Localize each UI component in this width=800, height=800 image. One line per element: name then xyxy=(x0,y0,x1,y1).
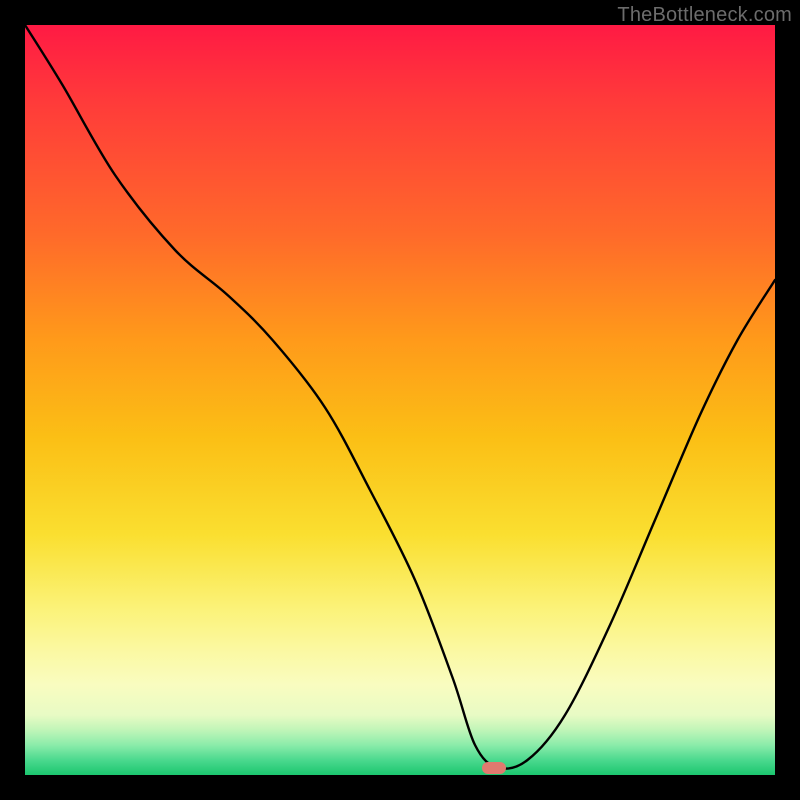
optimum-marker xyxy=(482,762,506,774)
bottleneck-curve xyxy=(25,25,775,775)
chart-frame: TheBottleneck.com xyxy=(0,0,800,800)
watermark-text: TheBottleneck.com xyxy=(617,4,792,27)
plot-area xyxy=(25,25,775,775)
